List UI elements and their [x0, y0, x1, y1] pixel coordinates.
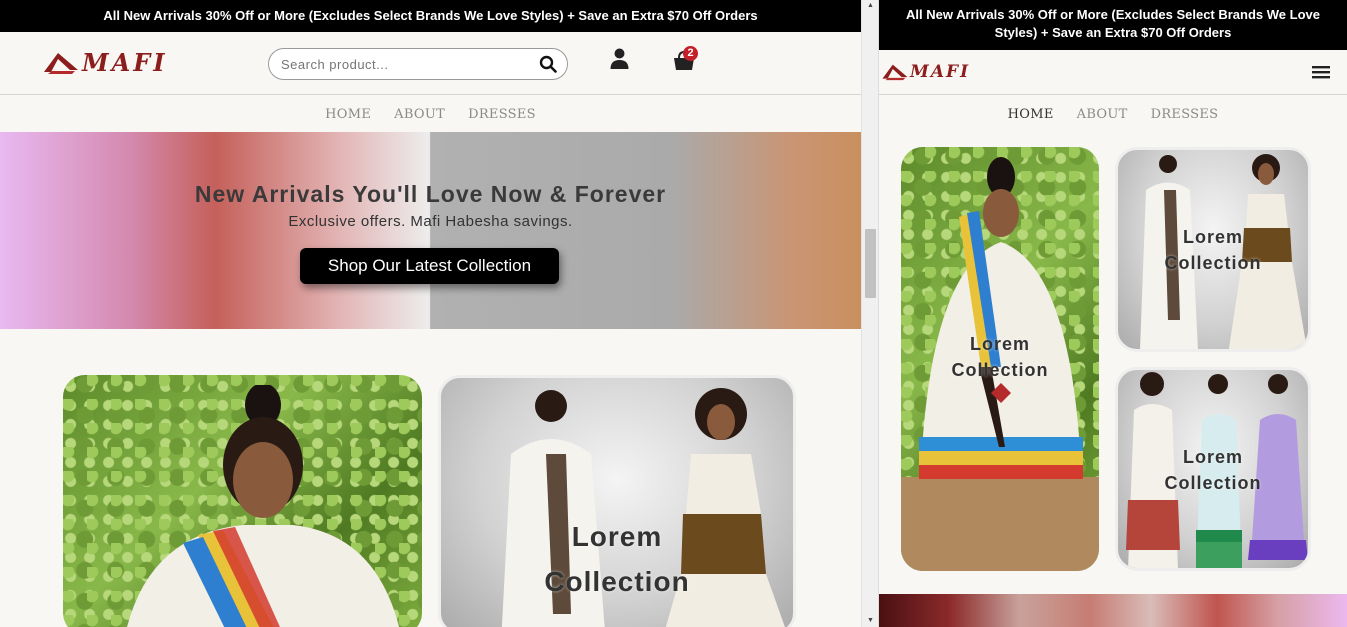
collection-label-line1: Lorem [571, 521, 663, 552]
collection-label-b-line1: Lorem [1182, 227, 1243, 247]
hero-banner-mobile-peek [879, 594, 1347, 627]
collection-label-b-line2: Collection [1164, 252, 1262, 273]
search-input[interactable] [281, 49, 521, 79]
logo-mark-icon [882, 64, 908, 81]
collection-label-line2: Collection [544, 565, 690, 597]
mobile-view: All New Arrivals 30% Off or More (Exclud… [878, 0, 1347, 627]
hero-banner: New Arrivals You'll Love Now & Forever E… [0, 132, 861, 329]
main-nav: HOME ABOUT DRESSES [0, 95, 861, 132]
nav-home-mobile[interactable]: HOME [1008, 107, 1054, 147]
nav-about-mobile[interactable]: ABOUT [1077, 107, 1128, 147]
collection-label-b: Lorem Collection [1118, 227, 1308, 274]
collection-card-c-mobile[interactable]: Lorem Collection [1115, 367, 1311, 571]
collection-label-c-line1: Lorem [1182, 447, 1243, 467]
cart-count-badge: 2 [683, 46, 698, 61]
hamburger-menu-icon[interactable] [1311, 64, 1331, 80]
scroll-down-arrow-icon[interactable]: ▼ [862, 615, 879, 627]
logo-mark-icon [44, 52, 78, 74]
desktop-view: All New Arrivals 30% Off or More (Exclud… [0, 0, 861, 627]
featured-label-line2: Collection [951, 359, 1049, 380]
promo-text: All New Arrivals 30% Off or More (Exclud… [103, 8, 758, 23]
collection-card-b-mobile[interactable]: Lorem Collection [1115, 147, 1311, 352]
promo-banner: All New Arrivals 30% Off or More (Exclud… [0, 0, 861, 32]
featured-label-mobile: Lorem Collection [901, 334, 1099, 381]
hero-subtitle: Exclusive offers. Mafi Habesha savings. [288, 213, 573, 230]
scrollbar[interactable]: ▲ ▼ [861, 0, 878, 627]
scroll-up-arrow-icon[interactable]: ▲ [862, 0, 879, 12]
promo-banner-mobile: All New Arrivals 30% Off or More (Exclud… [879, 0, 1347, 50]
shop-collection-button[interactable]: Shop Our Latest Collection [300, 248, 559, 284]
nav-dresses[interactable]: DRESSES [468, 107, 536, 132]
search-bar [268, 48, 568, 80]
nav-dresses-mobile[interactable]: DRESSES [1151, 107, 1219, 147]
search-icon[interactable] [539, 55, 557, 73]
site-header-mobile: MAFI [879, 50, 1347, 95]
collection-label-c: Lorem Collection [1118, 447, 1308, 494]
collection-label-c-line2: Collection [1164, 472, 1262, 493]
collection-label-a: Lorem Collection [441, 521, 793, 598]
nav-about[interactable]: ABOUT [394, 107, 445, 132]
site-header: MAFI 2 [0, 32, 861, 95]
collection-card-featured[interactable] [63, 375, 422, 627]
collection-card-featured-mobile[interactable]: Lorem Collection [901, 147, 1099, 571]
promo-text-mobile: All New Arrivals 30% Off or More (Exclud… [906, 7, 1320, 40]
cart-button[interactable]: 2 [672, 46, 700, 72]
featured-label-line1: Lorem [969, 334, 1030, 354]
nav-home[interactable]: HOME [325, 107, 371, 132]
logo-text: MAFI [82, 48, 168, 77]
logo-mobile[interactable]: MAFI [881, 62, 970, 82]
user-icon[interactable] [610, 48, 629, 70]
collection-card-a[interactable]: Lorem Collection [438, 375, 796, 627]
model-photo [127, 385, 400, 627]
scrollbar-thumb[interactable] [865, 229, 876, 298]
logo[interactable]: MAFI [42, 48, 167, 77]
main-nav-mobile: HOME ABOUT DRESSES [879, 95, 1347, 147]
logo-text-mobile: MAFI [910, 62, 971, 82]
hero-title: New Arrivals You'll Love Now & Forever [194, 181, 667, 207]
